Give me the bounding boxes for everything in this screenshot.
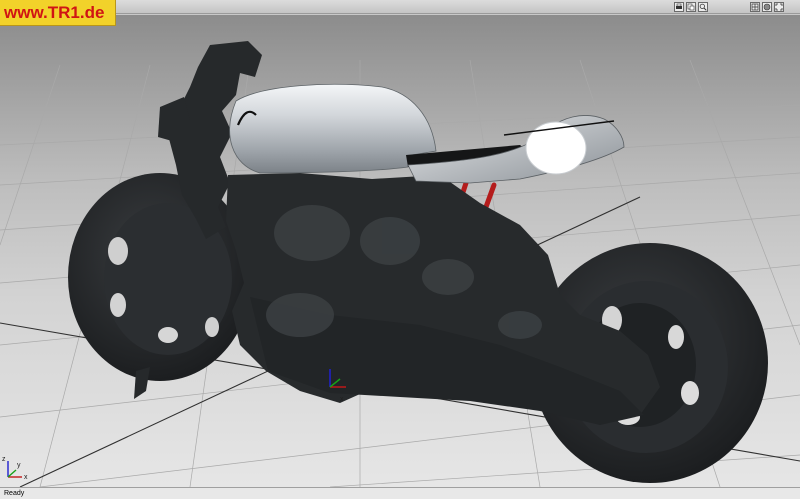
corner-z-label: z xyxy=(2,456,6,463)
status-bar: Ready xyxy=(0,487,800,499)
view-tool-group-left xyxy=(674,2,708,12)
print-button[interactable] xyxy=(674,2,684,12)
front-wheel xyxy=(68,173,252,381)
tail-section xyxy=(407,115,625,184)
zoom-icon xyxy=(699,3,707,11)
fuel-tank xyxy=(229,83,437,174)
3d-scene[interactable]: x x y z xyxy=(0,15,800,487)
corner-y-label: y xyxy=(17,462,21,469)
status-text: Ready xyxy=(4,490,25,497)
corner-x-label: x xyxy=(24,474,28,481)
view-tool-group-right xyxy=(750,2,784,12)
corner-axis-triad: x y z xyxy=(2,456,28,481)
print-icon xyxy=(676,3,682,9)
3d-viewport[interactable]: x x y z xyxy=(0,15,800,487)
origin-x-label: x xyxy=(340,396,344,403)
fit-button[interactable] xyxy=(774,2,784,12)
tail-light-disc xyxy=(525,121,587,175)
scan-fragment xyxy=(134,367,150,399)
viewport-titlebar xyxy=(0,0,800,14)
grid-icon xyxy=(751,3,759,11)
fit-icon xyxy=(775,3,783,11)
zoom-button[interactable] xyxy=(698,2,708,12)
shade-button[interactable] xyxy=(762,2,772,12)
site-watermark: www.TR1.de xyxy=(0,0,116,26)
shade-icon xyxy=(763,3,771,11)
copy-button[interactable] xyxy=(686,2,696,12)
copy-icon xyxy=(687,3,695,11)
grid-button[interactable] xyxy=(750,2,760,12)
